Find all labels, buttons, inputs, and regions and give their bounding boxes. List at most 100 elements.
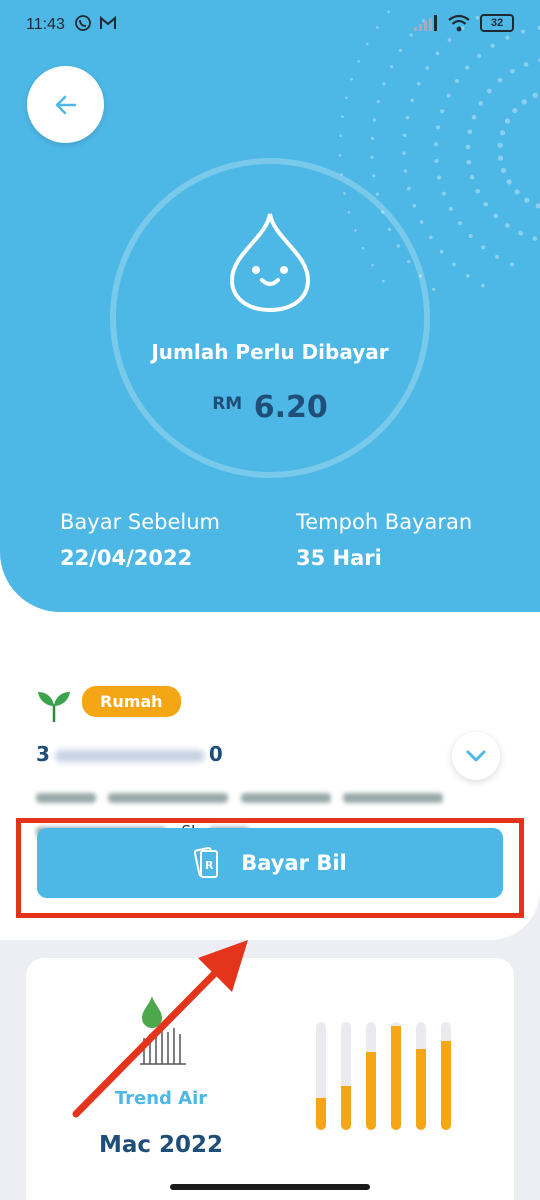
decorative-dot [532,92,538,98]
decorative-dot [434,158,439,164]
due-date-value: 22/04/2022 [60,546,193,570]
status-time: 11:43 [26,16,65,33]
decorative-dot [350,77,354,81]
decorative-dot [497,142,503,148]
status-bar: 11:43 32 [0,0,540,52]
decorative-dot [372,118,376,122]
decorative-dot [419,220,424,224]
decorative-dot [437,175,442,180]
decorative-dot [481,283,485,288]
address-redacted [240,793,331,803]
trend-bar [441,1041,451,1130]
gmail-icon [100,15,116,29]
trend-bar [366,1052,376,1130]
decorative-dot [452,262,456,267]
decorative-dot [448,206,453,211]
amount-value: 6.20 [253,390,328,425]
decorative-dot [440,109,445,114]
decorative-dot [370,155,374,159]
decorative-dot [514,189,520,195]
decorative-dot [483,201,489,207]
decorative-dot [439,249,444,254]
home-indicator[interactable] [170,1184,370,1190]
decorative-dot [509,262,515,267]
whatsapp-icon [75,15,91,31]
decorative-dot [468,233,473,239]
back-button[interactable] [27,66,104,143]
decorative-dot [505,223,510,228]
decorative-dot [428,235,433,240]
decorative-dot [412,203,417,208]
decorative-dot [475,188,481,194]
water-trend-card[interactable]: Trend Air Mac 2022 [26,958,514,1200]
address-redacted [36,793,96,803]
decorative-dot [357,59,361,63]
decorative-dot [402,151,406,156]
trend-bar [316,1098,326,1130]
decorative-dot [469,174,475,180]
decorative-dot [532,236,538,241]
decorative-dot [465,144,471,150]
account-number-end: 0 [208,742,224,766]
water-level-icon [140,996,186,1065]
decorative-dot [416,81,421,86]
address-line-1 [36,790,449,806]
decorative-dot [466,274,470,278]
trend-month: Mac 2022 [98,1132,224,1158]
decorative-dot [375,192,379,196]
chevron-down-icon [466,750,486,762]
decorative-dot [465,65,470,70]
expand-account-button[interactable] [452,732,500,780]
water-drop-icon [229,213,311,313]
period-value: 35 Hari [296,546,382,570]
period-label: Tempoh Bayaran [296,510,473,534]
amount-ring [110,158,430,478]
trend-bar [416,1049,426,1130]
decorative-dot [407,186,411,191]
battery-level: 32 [490,17,504,29]
trend-label: Trend Air [114,1088,208,1109]
decorative-dot [497,155,504,161]
address-redacted [108,793,229,803]
wifi-icon [448,14,470,32]
address-redacted [343,793,444,803]
account-number-start: 3 [36,742,51,766]
decorative-dot [481,245,486,250]
decorative-dot [454,78,460,84]
decorative-dot [477,53,482,59]
amount-title: Jumlah Perlu Dibayar [151,340,389,364]
decorative-dot [341,115,344,119]
due-date-label: Bayar Sebelum [60,510,220,534]
cash-icon: R [194,847,219,878]
signal-icon [414,15,437,31]
decorative-dot [446,93,451,98]
decorative-dot [339,134,342,138]
decorative-dot [382,82,386,86]
trend-bar [341,1086,351,1130]
decorative-dot [521,99,527,105]
decorative-dot [370,136,374,141]
decorative-dot [457,221,462,226]
due-date-block: Bayar Sebelum 22/04/2022 [60,510,220,570]
decorative-dot [471,114,477,120]
decorative-dot [518,230,523,236]
plant-icon [38,692,70,722]
back-arrow-icon [55,95,76,114]
currency-label: RM [212,394,243,414]
decorative-dot [494,254,500,259]
account-type-badge: Rumah [82,686,181,717]
decorative-dot [425,66,430,70]
decorative-dot [434,142,439,147]
decorative-dot [436,125,441,130]
decorative-dot [338,153,342,157]
pay-bill-label: Bayar Bil [241,851,347,875]
decorative-dot [535,203,540,209]
decorative-dot [523,62,529,67]
decorative-dot [512,107,518,114]
trend-bar [391,1026,401,1130]
svg-text:R: R [205,859,214,872]
account-number: 30 [36,742,224,766]
pay-bill-button[interactable]: R Bayar Bil [37,828,503,898]
trend-bars [316,1022,466,1130]
decorative-dot [410,98,414,103]
